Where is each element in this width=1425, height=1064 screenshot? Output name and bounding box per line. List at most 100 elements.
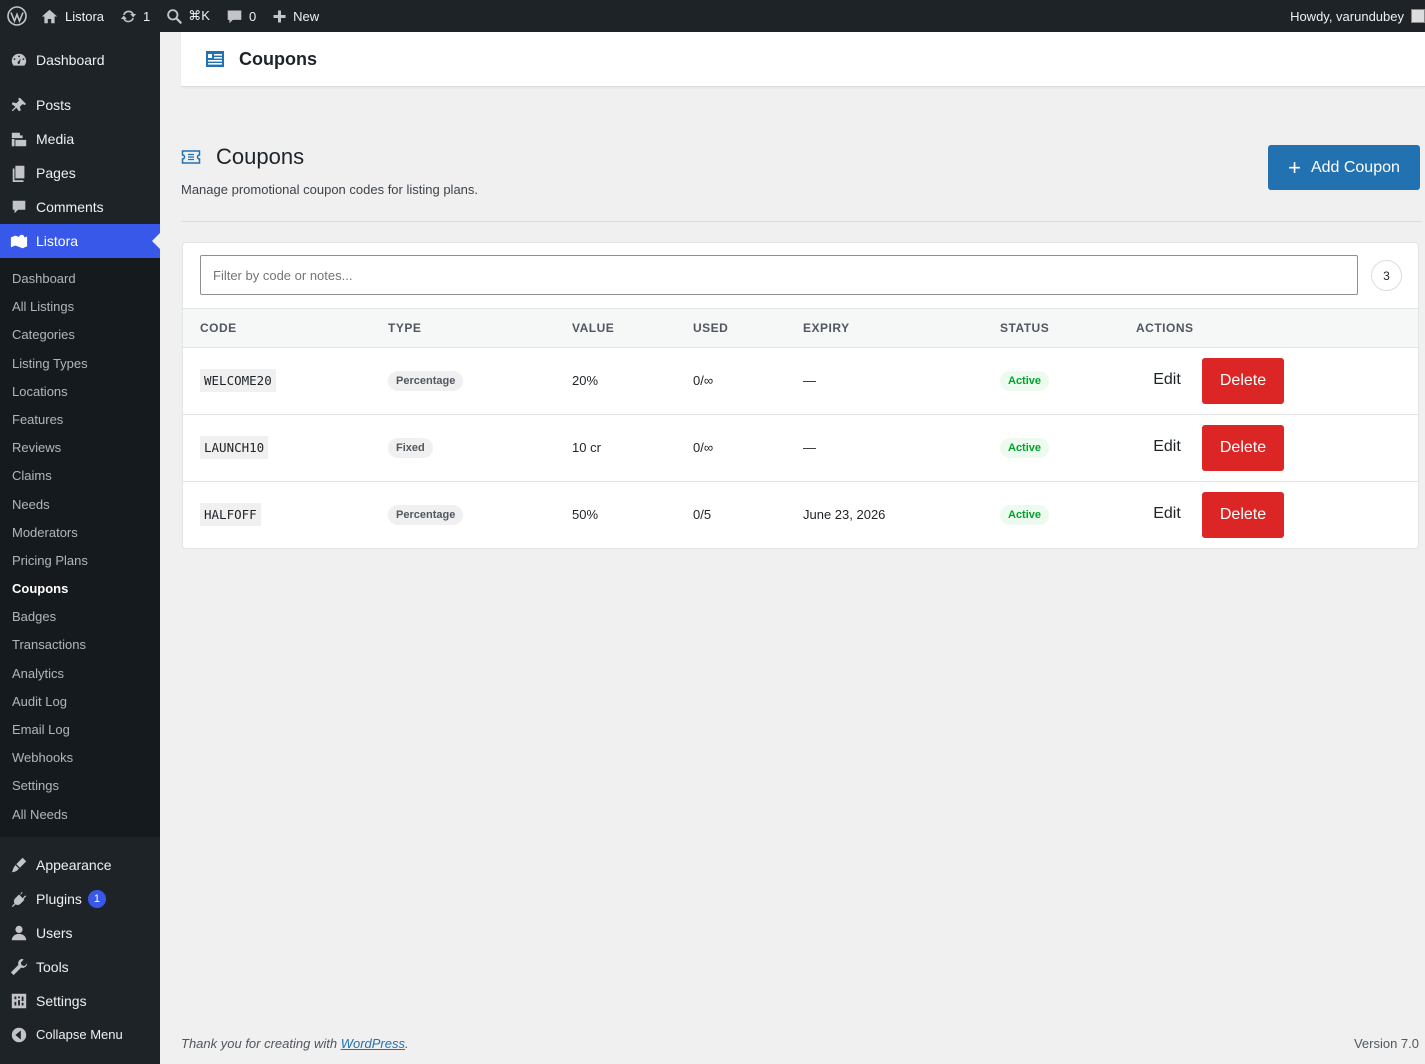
menu-pages[interactable]: Pages: [0, 156, 160, 190]
submenu-needs[interactable]: Needs: [0, 491, 160, 519]
status-badge: Active: [1000, 370, 1050, 391]
menu-tools[interactable]: Tools: [0, 950, 160, 984]
menu-comments-label: Comments: [36, 199, 104, 215]
table-row: WELCOME20 Percentage 20% 0/∞ — Active Ed…: [183, 347, 1418, 415]
menu-listora-label: Listora: [36, 233, 79, 249]
submenu-transactions[interactable]: Transactions: [0, 631, 160, 659]
submenu-all-needs[interactable]: All Needs: [0, 801, 160, 829]
menu-tools-label: Tools: [36, 958, 69, 975]
menu-listora[interactable]: Listora: [0, 224, 160, 258]
submenu-claims[interactable]: Claims: [0, 462, 160, 490]
admin-sidebar: Dashboard Posts Media Pages Comments Lis…: [0, 32, 160, 1064]
menu-posts[interactable]: Posts: [0, 88, 160, 122]
search-menu[interactable]: ⌘K: [158, 0, 218, 32]
plugins-update-badge: 1: [87, 889, 106, 908]
submenu-pricing-plans[interactable]: Pricing Plans: [0, 547, 160, 575]
submenu-reviews[interactable]: Reviews: [0, 434, 160, 462]
add-coupon-button[interactable]: + Add Coupon: [1268, 145, 1420, 190]
submenu-settings[interactable]: Settings: [0, 772, 160, 800]
footer-thanks: Thank you for creating with WordPress.: [181, 1036, 409, 1051]
menu-media[interactable]: Media: [0, 122, 160, 156]
coupon-expiry: —: [803, 414, 1000, 482]
submenu-webhooks[interactable]: Webhooks: [0, 744, 160, 772]
listora-submenu: Dashboard All Listings Categories Listin…: [0, 258, 160, 837]
submenu-listing-types[interactable]: Listing Types: [0, 350, 160, 378]
comment-icon: [227, 10, 242, 23]
status-badge: Active: [1000, 504, 1050, 525]
submenu-moderators[interactable]: Moderators: [0, 519, 160, 547]
collapse-menu-button[interactable]: Collapse Menu: [0, 1018, 160, 1052]
media-icon: [9, 129, 29, 149]
site-name-menu[interactable]: Listora: [33, 0, 112, 32]
my-account-menu[interactable]: Howdy, varundubey: [1282, 0, 1425, 32]
submenu-coupons[interactable]: Coupons: [0, 575, 160, 603]
coupons-card: 3 CODE TYPE VALUE USED EXPIRY STATUS ACT…: [182, 242, 1419, 549]
delete-button[interactable]: Delete: [1202, 491, 1284, 538]
submenu-badges[interactable]: Badges: [0, 603, 160, 631]
menu-dashboard-label: Dashboard: [36, 52, 105, 68]
home-icon: [41, 9, 58, 23]
submenu-dashboard[interactable]: Dashboard: [0, 265, 160, 293]
delete-button[interactable]: Delete: [1202, 357, 1284, 404]
add-coupon-label: Add Coupon: [1310, 158, 1400, 176]
wordpress-icon: [7, 6, 27, 26]
menu-posts-label: Posts: [36, 97, 72, 113]
menu-settings[interactable]: Settings: [0, 984, 160, 1018]
page-title-section: Coupons Manage promotional coupon codes …: [181, 144, 1421, 222]
coupon-expiry: June 23, 2026: [803, 507, 886, 523]
col-code[interactable]: CODE: [183, 309, 388, 348]
edit-button[interactable]: Edit: [1136, 505, 1198, 523]
menu-pages-label: Pages: [36, 165, 76, 181]
submenu-features[interactable]: Features: [0, 406, 160, 434]
coupons-table: CODE TYPE VALUE USED EXPIRY STATUS ACTIO…: [183, 309, 1418, 548]
menu-dashboard[interactable]: Dashboard: [0, 43, 160, 77]
user-icon: [9, 923, 29, 943]
footer-thanks-text: Thank you for creating with: [181, 1036, 341, 1051]
map-icon: [9, 231, 29, 251]
site-name: Listora: [65, 8, 105, 24]
page-header-title: Coupons: [239, 48, 317, 69]
search-icon: [167, 8, 183, 24]
avatar: [1411, 9, 1425, 23]
submenu-analytics[interactable]: Analytics: [0, 660, 160, 688]
wordpress-logo-menu[interactable]: [0, 0, 33, 32]
menu-users[interactable]: Users: [0, 916, 160, 950]
menu-media-label: Media: [36, 131, 75, 147]
delete-button[interactable]: Delete: [1202, 424, 1284, 471]
submenu-email-log[interactable]: Email Log: [0, 716, 160, 744]
filter-bar: 3: [183, 243, 1418, 309]
menu-comments[interactable]: Comments: [0, 190, 160, 224]
submenu-audit-log[interactable]: Audit Log: [0, 688, 160, 716]
settings-icon: [9, 991, 29, 1011]
page-subtitle: Manage promotional coupon codes for list…: [181, 182, 479, 197]
col-expiry[interactable]: EXPIRY: [803, 309, 1000, 348]
menu-plugins[interactable]: Plugins 1: [0, 882, 160, 916]
submenu-all-listings[interactable]: All Listings: [0, 293, 160, 321]
pages-icon: [9, 163, 29, 183]
coupon-used: 0/∞: [693, 414, 803, 482]
col-status[interactable]: STATUS: [1000, 309, 1136, 348]
plus-icon: +: [1288, 154, 1301, 180]
submenu-locations[interactable]: Locations: [0, 378, 160, 406]
pin-icon: [9, 95, 29, 115]
col-value[interactable]: VALUE: [572, 309, 693, 348]
menu-users-label: Users: [36, 924, 73, 941]
menu-appearance[interactable]: Appearance: [0, 848, 160, 882]
submenu-categories[interactable]: Categories: [0, 321, 160, 349]
col-type[interactable]: TYPE: [388, 309, 572, 348]
ticket-icon: [181, 147, 201, 167]
edit-button[interactable]: Edit: [1136, 371, 1198, 389]
new-content-menu[interactable]: New: [264, 0, 327, 32]
wordpress-link[interactable]: WordPress: [341, 1036, 405, 1051]
edit-button[interactable]: Edit: [1136, 438, 1198, 456]
col-used[interactable]: USED: [693, 309, 803, 348]
admin-bar: Listora 1 ⌘K 0 New Howdy, varundubey: [0, 0, 1425, 32]
status-badge: Active: [1000, 437, 1050, 458]
coupon-code: LAUNCH10: [200, 436, 269, 459]
col-actions: ACTIONS: [1136, 309, 1418, 348]
comments-menu[interactable]: 0: [218, 0, 264, 32]
updates-menu[interactable]: 1: [112, 0, 158, 32]
filter-input[interactable]: [200, 255, 1358, 295]
brush-icon: [9, 855, 29, 875]
coupon-used: 0/5: [693, 507, 712, 523]
